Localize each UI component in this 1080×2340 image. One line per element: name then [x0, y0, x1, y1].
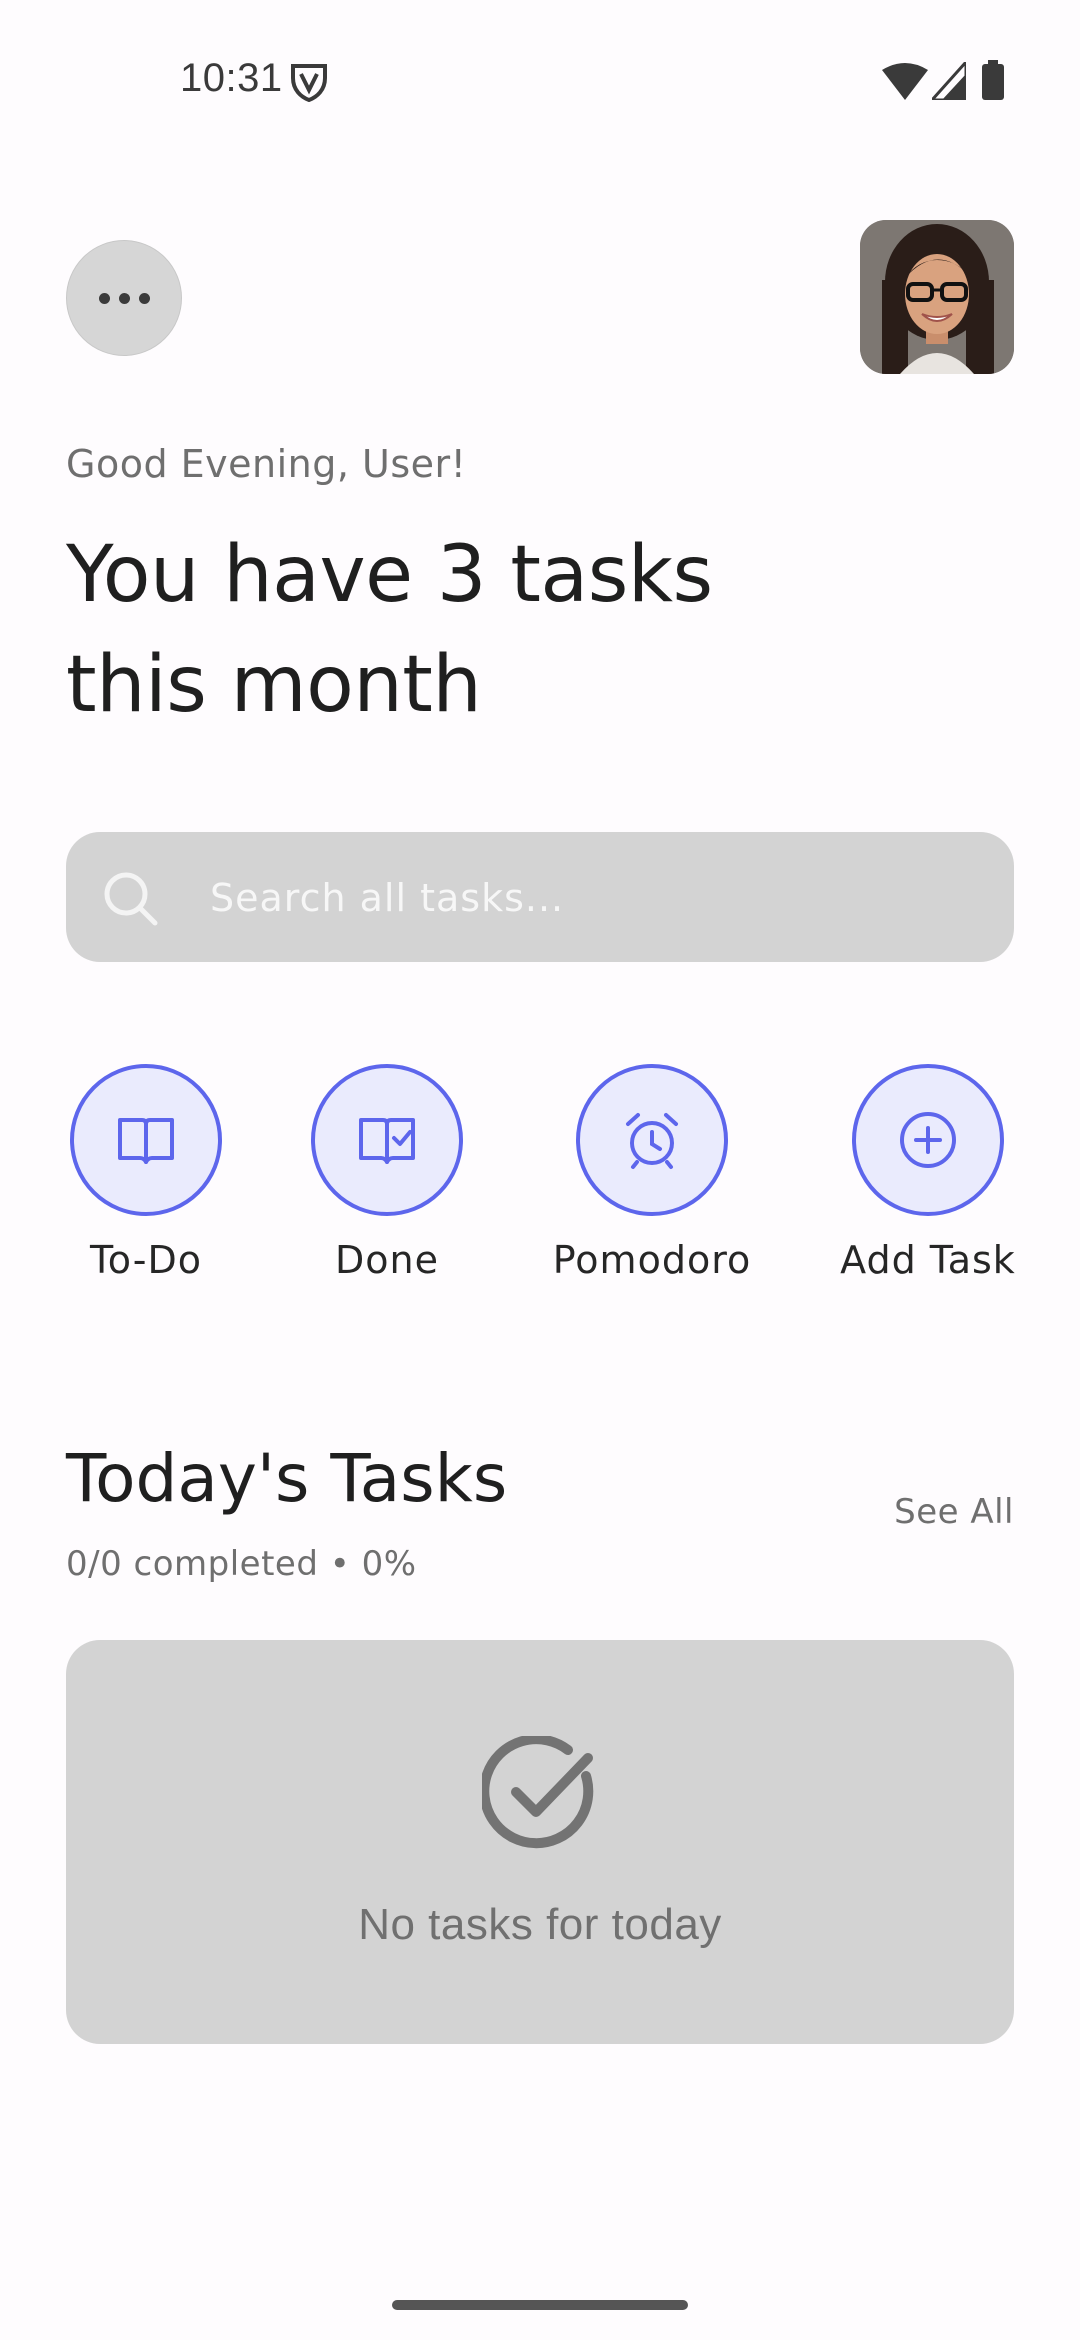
done-action-circle[interactable]: [311, 1064, 463, 1216]
headline-line-1: You have 3 tasks: [66, 530, 713, 620]
add-task-action-label: Add Task: [840, 1238, 1016, 1282]
pomodoro-action-button[interactable]: Pomodoro: [542, 1064, 762, 1324]
todo-action-circle[interactable]: [70, 1064, 222, 1216]
todo-action-button[interactable]: To-Do: [36, 1064, 256, 1324]
search-icon: [104, 872, 158, 926]
done-action-button[interactable]: Done: [277, 1064, 497, 1324]
avatar-portrait-image: [860, 220, 1014, 374]
add-task-action-button[interactable]: Add Task: [818, 1064, 1038, 1324]
page-headline: You have 3 tasks this month: [66, 520, 966, 740]
vpn-shield-icon: [291, 64, 327, 102]
search-input[interactable]: [210, 868, 970, 928]
user-avatar[interactable]: [860, 220, 1014, 374]
more-dot: [138, 292, 150, 304]
empty-tasks-message: No tasks for today: [358, 1900, 722, 1949]
cell-signal-icon: [932, 62, 966, 100]
see-all-link[interactable]: See All: [894, 1492, 1014, 1532]
more-menu-button[interactable]: [66, 240, 182, 356]
wifi-icon: [882, 63, 928, 100]
done-action-label: Done: [335, 1238, 439, 1282]
more-dots-icon: [98, 292, 110, 304]
add-task-action-circle[interactable]: [852, 1064, 1004, 1216]
check-circle-icon: [482, 1736, 594, 1849]
status-time: 10:31: [180, 56, 283, 100]
todays-tasks-title: Today's Tasks: [66, 1440, 508, 1517]
pomodoro-action-circle[interactable]: [576, 1064, 728, 1216]
home-indicator[interactable]: [392, 2300, 688, 2310]
tasks-completion-summary: 0/0 completed • 0%: [66, 1544, 417, 1584]
headline-line-2: this month: [66, 640, 482, 730]
todo-action-label: To-Do: [90, 1238, 202, 1282]
more-dot: [118, 292, 130, 304]
book-check-icon: [359, 1118, 415, 1164]
open-book-icon: [118, 1118, 174, 1164]
alarm-clock-icon: [626, 1113, 678, 1169]
pomodoro-action-label: Pomodoro: [552, 1238, 752, 1282]
battery-icon: [982, 60, 1004, 100]
plus-circle-icon: [900, 1112, 956, 1168]
greeting-text: Good Evening, User!: [66, 442, 467, 486]
